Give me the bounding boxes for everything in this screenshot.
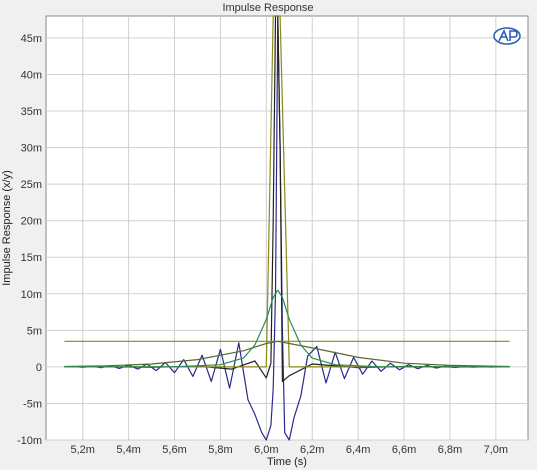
y-tick-label: 0 [36,362,42,374]
x-tick-label: 5,2m [70,444,94,456]
x-tick-label: 6,4m [346,444,370,456]
x-tick-label: 6,8m [438,444,462,456]
x-tick-label: 5,6m [162,444,186,456]
x-tick-label: 5,4m [116,444,140,456]
y-axis-ticks: 45m 40m 35m 30m 25m 20m 15m 10m 5m 0 -5m -10m [17,33,42,447]
x-tick-label: 7,0m [484,444,508,456]
y-tick-label: 15m [21,252,42,264]
y-tick-label: 30m [21,143,42,155]
impulse-response-chart: 45m40m35m30m25m20m15m10m5m0-5m-10m 5,2m 5… [1,2,529,468]
y-tick-label: 10m [21,289,42,301]
y-tick-label: -10m [17,435,42,447]
x-tick-label: 6,0m [254,444,278,456]
y-tick-label: 45m [21,33,42,45]
x-tick-label: 6,6m [392,444,416,456]
x-tick-label: 5,8m [208,444,232,456]
x-tick-label: 6,2m [300,444,324,456]
x-axis-label: Time (s) [267,456,307,468]
chart-window: 45m 40m 35m 30m 25m 20m 15m 10m 5m 0 -5m -10m 5,2m 5… [0,0,537,470]
plot-area [45,15,529,441]
y-tick-label: -5m [23,398,42,410]
y-tick-label: 40m [21,69,42,81]
y-tick-label: 20m [21,216,42,228]
y-tick-label: 25m [21,179,42,191]
chart-title: Impulse Response [222,2,313,14]
y-tick-label: 5m [27,325,42,337]
y-axis-label: Impulse Response (x/y) [1,170,13,286]
y-tick-label: 35m [21,106,42,118]
ap-logo [493,27,521,45]
x-axis-ticks: 5,2m 5,4m 5,6m 5,8m 6,0m 6,2m 6,4m 6,6m 6,8m 7,0m [70,444,508,456]
